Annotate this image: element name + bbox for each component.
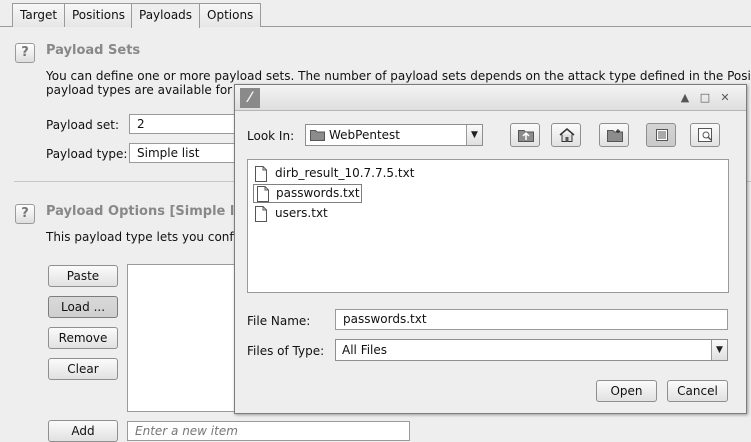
payload-sets-description-line2: payload types are available for e bbox=[46, 83, 244, 97]
payload-options-description: This payload type lets you config bbox=[46, 230, 245, 244]
burp-app-icon: ⁄ bbox=[240, 88, 260, 108]
file-name: users.txt bbox=[275, 206, 328, 220]
tab-positions[interactable]: Positions bbox=[64, 3, 133, 27]
details-view-button[interactable] bbox=[690, 123, 720, 147]
file-name: passwords.txt bbox=[276, 186, 360, 200]
file-name-input[interactable]: passwords.txt bbox=[335, 309, 728, 330]
paste-button[interactable]: Paste bbox=[48, 265, 118, 287]
dialog-titlebar[interactable]: ⁄ ▲ □ ✕ bbox=[235, 85, 746, 111]
file-icon bbox=[255, 206, 267, 222]
payload-type-label: Payload type: bbox=[46, 147, 128, 161]
tab-options[interactable]: Options bbox=[199, 3, 262, 27]
file-icon bbox=[255, 166, 267, 182]
tab-target[interactable]: Target bbox=[12, 3, 66, 27]
list-view-icon bbox=[656, 129, 668, 141]
details-view-icon bbox=[698, 128, 712, 142]
files-of-type-label: Files of Type: bbox=[247, 344, 325, 358]
new-item-input[interactable]: Enter a new item bbox=[127, 421, 410, 441]
payload-options-title: Payload Options [Simple l bbox=[46, 204, 235, 219]
list-item[interactable]: users.txt bbox=[255, 205, 375, 224]
add-button[interactable]: Add bbox=[48, 420, 118, 442]
list-item[interactable]: passwords.txt bbox=[253, 184, 362, 203]
home-icon bbox=[559, 128, 575, 142]
up-folder-button[interactable] bbox=[510, 123, 540, 147]
look-in-label: Look In: bbox=[247, 129, 295, 143]
open-button[interactable]: Open bbox=[596, 380, 657, 402]
payload-type-select[interactable]: Simple list bbox=[129, 143, 239, 163]
file-icon bbox=[257, 186, 269, 202]
files-of-type-combo[interactable]: All Files ▼ bbox=[335, 339, 728, 361]
file-name-label: File Name: bbox=[247, 314, 311, 328]
remove-button[interactable]: Remove bbox=[48, 327, 118, 349]
tab-bar: Target Positions Payloads Options bbox=[0, 0, 751, 28]
file-list[interactable]: dirb_result_10.7.7.5.txt passwords.txt u… bbox=[247, 159, 729, 293]
payload-sets-description-line1: You can define one or more payload sets.… bbox=[46, 69, 751, 83]
tab-payloads[interactable]: Payloads bbox=[131, 3, 201, 28]
list-view-button[interactable] bbox=[646, 123, 676, 147]
payload-sets-help-icon[interactable]: ? bbox=[15, 43, 35, 63]
payload-list[interactable] bbox=[127, 264, 237, 412]
folder-icon bbox=[310, 130, 325, 141]
look-in-combo[interactable]: WebPentest ▼ bbox=[305, 124, 483, 146]
close-icon[interactable]: ✕ bbox=[718, 91, 732, 105]
open-file-dialog: ⁄ ▲ □ ✕ Look In: WebPentest ▼ dirb_resul… bbox=[234, 84, 747, 414]
look-in-value: WebPentest bbox=[329, 128, 401, 142]
home-button[interactable] bbox=[551, 123, 581, 147]
payload-sets-title: Payload Sets bbox=[46, 43, 141, 58]
files-of-type-value: All Files bbox=[342, 343, 388, 357]
clear-button[interactable]: Clear bbox=[48, 358, 118, 380]
file-name: dirb_result_10.7.7.5.txt bbox=[275, 166, 415, 180]
cancel-button[interactable]: Cancel bbox=[667, 380, 728, 402]
restore-icon[interactable]: □ bbox=[698, 91, 712, 105]
new-folder-icon bbox=[607, 129, 623, 142]
up-folder-icon bbox=[518, 130, 534, 142]
chevron-down-icon[interactable]: ▼ bbox=[466, 125, 482, 145]
chevron-down-icon[interactable]: ▼ bbox=[711, 340, 727, 360]
load-button[interactable]: Load ... bbox=[48, 296, 118, 318]
payload-options-help-icon[interactable]: ? bbox=[15, 204, 35, 224]
payload-set-label: Payload set: bbox=[46, 118, 119, 132]
list-item[interactable]: dirb_result_10.7.7.5.txt bbox=[255, 165, 425, 184]
maximize-icon[interactable]: ▲ bbox=[678, 91, 692, 105]
payload-set-select[interactable]: 2 bbox=[129, 114, 239, 134]
new-folder-button[interactable] bbox=[599, 123, 629, 147]
